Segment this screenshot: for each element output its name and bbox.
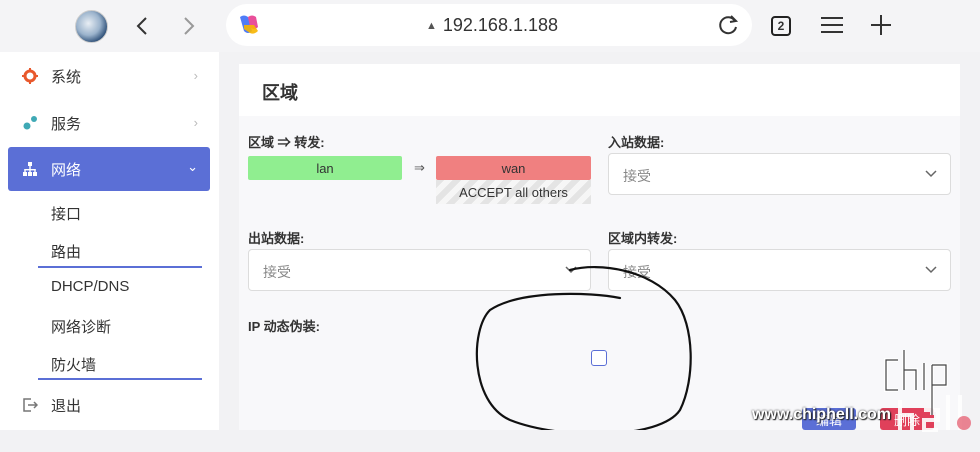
watermark-url: www.chiphell.com	[752, 406, 891, 423]
sidebar-item-services[interactable]: 服务 ›	[8, 101, 210, 145]
network-icon	[8, 161, 38, 177]
chevron-down-icon: ⌄	[187, 159, 198, 174]
profile-avatar[interactable]	[75, 10, 108, 43]
forward-button[interactable]	[175, 12, 203, 40]
sidebar: 系统 › 服务 › 网络 ⌄ 接口 路由 DHCP/DNS 网络诊断 防火墙 退…	[0, 52, 219, 430]
output-policy-select[interactable]: 接受	[248, 249, 591, 291]
services-icon	[8, 115, 38, 131]
zone-wan-badge: wan	[436, 156, 591, 180]
chevron-right-icon: ›	[193, 115, 198, 130]
tab-count-button[interactable]: 2	[771, 16, 791, 36]
sidebar-subitem-diagnostics[interactable]: 网络诊断	[51, 316, 111, 337]
intra-zone-forward-select[interactable]: 接受	[608, 249, 951, 291]
chevron-right-icon: ›	[193, 68, 198, 83]
wan-policy-note: ACCEPT all others	[436, 180, 591, 204]
select-value: 接受	[623, 264, 651, 280]
sidebar-item-label: 服务	[51, 115, 82, 133]
chevron-right-icon	[184, 17, 195, 35]
chiphell-logo	[884, 350, 971, 432]
sidebar-item-label: 网络	[51, 161, 82, 179]
input-policy-label: 入站数据:	[608, 135, 665, 150]
url-display: ▲ 192.168.1.188	[426, 15, 558, 36]
zone-forward-label: 区域 ⇒ 转发:	[248, 135, 325, 150]
page-title: 区域	[262, 83, 298, 103]
zone-settings-panel: 区域 区域 ⇒ 转发: lan ⇒ wan ACCEPT all others …	[239, 64, 960, 430]
sidebar-subitem-interfaces[interactable]: 接口	[51, 203, 81, 224]
submenu-divider	[38, 266, 202, 268]
browser-toolbar: ▲ 192.168.1.188 2	[0, 0, 980, 52]
sidebar-item-label: 退出	[51, 397, 82, 415]
forward-arrow: ⇒	[414, 160, 425, 175]
menu-icon[interactable]	[821, 16, 843, 34]
select-value: 接受	[263, 264, 291, 280]
masquerading-label: IP 动态伪装:	[248, 319, 320, 334]
select-value: 接受	[623, 168, 651, 184]
chevron-down-icon	[925, 170, 937, 178]
sidebar-subitem-dhcp-dns[interactable]: DHCP/DNS	[51, 278, 129, 295]
chevron-down-icon	[565, 266, 577, 274]
sidebar-subitem-routes[interactable]: 路由	[51, 241, 81, 262]
url-text: 192.168.1.188	[442, 15, 559, 35]
reload-icon[interactable]	[716, 13, 740, 37]
panel-header: 区域	[239, 64, 960, 116]
sidebar-item-label: 系统	[51, 68, 82, 86]
sidebar-item-logout[interactable]: 退出	[8, 383, 210, 427]
address-bar[interactable]: ▲ 192.168.1.188	[226, 4, 752, 46]
logout-icon	[8, 397, 38, 413]
intra-zone-forward-label: 区域内转发:	[608, 231, 678, 246]
masquerading-checkbox[interactable]	[591, 350, 607, 366]
chevron-left-icon	[136, 17, 147, 35]
sidebar-item-system[interactable]: 系统 ›	[8, 54, 210, 98]
copilot-icon[interactable]	[236, 13, 262, 37]
bottom-bar	[0, 430, 980, 452]
back-button[interactable]	[128, 12, 156, 40]
warning-icon: ▲	[426, 19, 437, 32]
submenu-divider	[38, 378, 202, 380]
sidebar-item-network[interactable]: 网络 ⌄	[8, 147, 210, 191]
zone-lan-badge: lan	[248, 156, 402, 180]
new-tab-icon[interactable]	[870, 14, 892, 36]
output-policy-label: 出站数据:	[248, 231, 305, 246]
gear-icon	[8, 68, 38, 84]
chevron-down-icon	[925, 266, 937, 274]
input-policy-select[interactable]: 接受	[608, 153, 951, 195]
sidebar-subitem-firewall[interactable]: 防火墙	[51, 354, 96, 375]
